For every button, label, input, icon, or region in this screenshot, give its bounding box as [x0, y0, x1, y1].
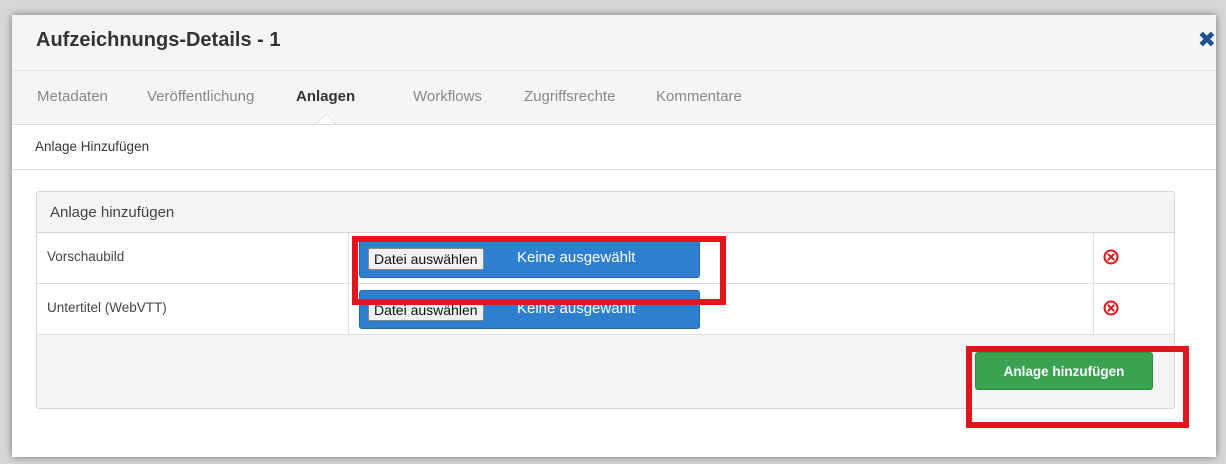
column-divider [1093, 233, 1094, 283]
remove-circle-icon[interactable] [1103, 249, 1119, 265]
column-divider [348, 284, 349, 334]
remove-circle-icon[interactable] [1103, 300, 1119, 316]
tab-workflows[interactable]: Workflows [413, 88, 482, 105]
dialog-title: Aufzeichnungs-Details - 1 [36, 29, 281, 51]
close-icon[interactable]: ✖ [1198, 29, 1216, 51]
choose-file-button[interactable]: Datei auswählen [368, 248, 484, 270]
tab-veroeffentlichung[interactable]: Veröffentlichung [147, 88, 262, 105]
tab-anlagen[interactable]: Anlagen [296, 88, 355, 105]
file-status-text: Keine ausgewählt [517, 249, 636, 266]
file-picker-button[interactable]: Datei auswählen Keine ausgewählt [359, 290, 700, 329]
subnav: Anlage Hinzufügen [12, 125, 1216, 170]
tab-bar: Metadaten Veröffentlichung Anlagen Workf… [12, 71, 1216, 125]
panel-title: Anlage hinzufügen [50, 204, 175, 221]
attachment-row-preview: Vorschaubild Datei auswählen Keine ausge… [37, 233, 1174, 284]
add-attachment-button[interactable]: Anlage hinzufügen [975, 352, 1153, 390]
tab-kommentare[interactable]: Kommentare [656, 88, 742, 105]
attachment-row-subtitles: Untertitel (WebVTT) Datei auswählen Kein… [37, 284, 1174, 335]
column-divider [348, 233, 349, 283]
add-attachment-link[interactable]: Anlage Hinzufügen [35, 139, 149, 154]
tab-metadaten[interactable]: Metadaten [37, 88, 108, 105]
dialog-header: Aufzeichnungs-Details - 1 ✖ [12, 15, 1216, 71]
active-tab-indicator [317, 115, 335, 124]
row-label: Vorschaubild [47, 249, 125, 264]
row-label: Untertitel (WebVTT) [47, 300, 167, 315]
tab-zugriffsrechte[interactable]: Zugriffsrechte [524, 88, 615, 105]
panel-heading: Anlage hinzufügen [37, 192, 1174, 233]
choose-file-button[interactable]: Datei auswählen [368, 299, 484, 321]
column-divider [1093, 284, 1094, 334]
attachment-panel: Anlage hinzufügen Vorschaubild Datei aus… [36, 191, 1175, 409]
file-status-text: Keine ausgewählt [517, 300, 636, 317]
file-picker-button[interactable]: Datei auswählen Keine ausgewählt [359, 239, 700, 278]
